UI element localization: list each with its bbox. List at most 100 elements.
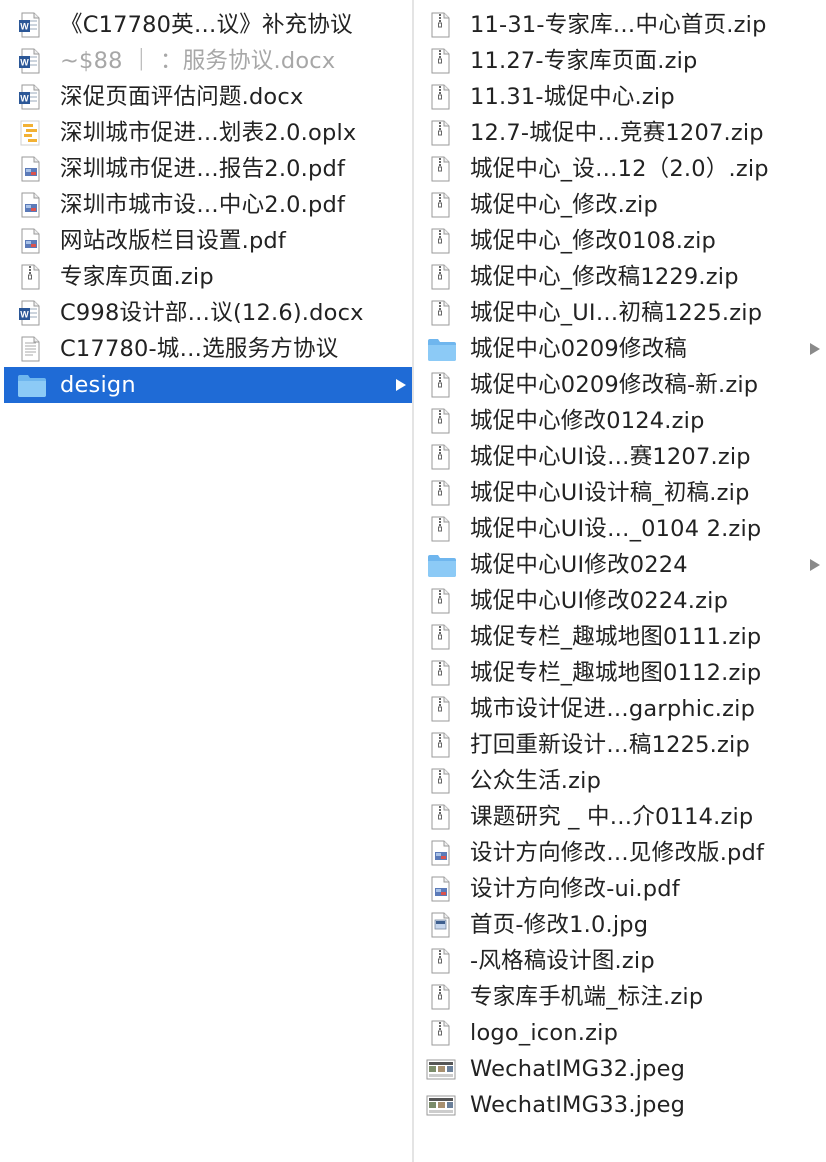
file-name-label: 城促中心_UI…初稿1225.zip (470, 300, 763, 326)
file-name-label: 城促中心_修改.zip (470, 192, 658, 218)
right-file-row[interactable]: 城促专栏_趣城地图0112.zip (414, 655, 826, 691)
word-doc-icon: W (16, 83, 44, 111)
left-file-row[interactable]: 网站改版栏目设置.pdf (4, 223, 412, 259)
right-file-row[interactable]: 城促中心_设…12（2.0）.zip (414, 151, 826, 187)
pdf-file-icon (16, 191, 44, 219)
file-name-label: 城促中心0209修改稿 (470, 336, 687, 362)
file-name-label: 深圳市城市设…中心2.0.pdf (60, 192, 346, 218)
zip-file-icon (426, 659, 454, 687)
folder-icon (16, 371, 46, 399)
right-file-row[interactable]: 11.31-城促中心.zip (414, 79, 826, 115)
file-name-label: 11.31-城促中心.zip (470, 84, 675, 110)
right-file-row[interactable]: 11-31-专家库…中心首页.zip (414, 7, 826, 43)
right-file-row[interactable]: 城市设计促进…garphic.zip (414, 691, 826, 727)
left-file-row[interactable]: W C998设计部…议(12.6).docx (4, 295, 412, 331)
zip-file-icon (426, 731, 454, 759)
word-doc-icon: W (16, 47, 44, 75)
right-file-row[interactable]: 首页-修改1.0.jpg (414, 907, 826, 943)
right-file-row[interactable]: 城促中心UI设计稿_初稿.zip (414, 475, 826, 511)
zip-file-icon (426, 767, 454, 795)
file-name-label: WechatIMG33.jpeg (470, 1092, 686, 1118)
design-folder-list: 11-31-专家库…中心首页.zip 11.27-专家库页面.zip 11.31-城… (414, 7, 826, 1123)
right-file-row[interactable]: 城促中心UI修改0224.zip (414, 583, 826, 619)
left-file-row[interactable]: C17780-城…选服务方协议 (4, 331, 412, 367)
right-file-row[interactable]: 打回重新设计…稿1225.zip (414, 727, 826, 763)
right-file-row[interactable]: 城促专栏_趣城地图0111.zip (414, 619, 826, 655)
folder-icon (426, 551, 456, 579)
disclosure-arrow-icon[interactable] (810, 343, 820, 355)
right-file-row[interactable]: 城促中心_修改稿1229.zip (414, 259, 826, 295)
right-file-row[interactable]: 设计方向修改-ui.pdf (414, 871, 826, 907)
file-name-label: 城促中心UI设计稿_初稿.zip (470, 480, 750, 506)
folder-icon (426, 335, 456, 363)
zip-file-icon (426, 119, 454, 147)
right-file-row[interactable]: 城促中心修改0124.zip (414, 403, 826, 439)
zip-file-icon (426, 947, 454, 975)
left-file-row[interactable]: W ~$88 ｜ ：服务协议.docx (4, 43, 412, 79)
zip-file-icon (426, 299, 454, 327)
file-name-label: 打回重新设计…稿1225.zip (470, 732, 750, 758)
zip-file-icon (426, 47, 454, 75)
right-file-row[interactable]: WechatIMG32.jpeg (414, 1051, 826, 1087)
right-file-row[interactable]: WechatIMG33.jpeg (414, 1087, 826, 1123)
left-file-row[interactable]: 深圳城市促进…划表2.0.oplx (4, 115, 412, 151)
right-file-row[interactable]: 公众生活.zip (414, 763, 826, 799)
text-file-icon (16, 335, 44, 363)
file-name-label: 公众生活.zip (470, 768, 602, 794)
file-name-label: C17780-城…选服务方协议 (60, 336, 339, 362)
file-name-label: 城促中心UI修改0224 (470, 552, 688, 578)
right-file-row[interactable]: 12.7-城促中…竞赛1207.zip (414, 115, 826, 151)
left-file-row[interactable]: 专家库页面.zip (4, 259, 412, 295)
left-file-row[interactable]: 深圳市城市设…中心2.0.pdf (4, 187, 412, 223)
zip-file-icon (426, 479, 454, 507)
image-thumbnail-icon (426, 1091, 456, 1119)
file-name-label: 网站改版栏目设置.pdf (60, 228, 287, 254)
pdf-file-icon (426, 875, 454, 903)
file-name-label: 课题研究 _ 中…介0114.zip (470, 804, 754, 830)
file-name-label: 11.27-专家库页面.zip (470, 48, 698, 74)
file-name-label: 城促中心UI设…赛1207.zip (470, 444, 751, 470)
left-file-row[interactable]: W 《C17780英…议》补充协议 (4, 7, 412, 43)
file-name-label: 城促中心UI设…_0104 2.zip (470, 516, 762, 542)
left-folder-row[interactable]: design (4, 367, 412, 403)
zip-file-icon (426, 83, 454, 111)
file-name-label: 城促中心_修改0108.zip (470, 228, 717, 254)
zip-file-icon (426, 623, 454, 651)
right-folder-row[interactable]: 城促中心UI修改0224 (414, 547, 826, 583)
pdf-file-icon (426, 839, 454, 867)
right-file-row[interactable]: 11.27-专家库页面.zip (414, 43, 826, 79)
omniplan-icon (16, 119, 44, 147)
file-name-label: 深圳城市促进…划表2.0.oplx (60, 120, 357, 146)
disclosure-arrow-icon[interactable] (396, 379, 406, 391)
right-folder-row[interactable]: 城促中心0209修改稿 (414, 331, 826, 367)
file-name-label: 《C17780英…议》补充协议 (60, 12, 353, 38)
design-folder-column[interactable]: 11-31-专家库…中心首页.zip 11.27-专家库页面.zip 11.31-城… (414, 0, 826, 1162)
right-file-row[interactable]: 城促中心UI设…_0104 2.zip (414, 511, 826, 547)
right-file-row[interactable]: 城促中心_UI…初稿1225.zip (414, 295, 826, 331)
zip-file-icon (426, 443, 454, 471)
right-file-row[interactable]: -风格稿设计图.zip (414, 943, 826, 979)
left-file-row[interactable]: 深圳城市促进…报告2.0.pdf (4, 151, 412, 187)
parent-folder-list: W 《C17780英…议》补充协议 W ~$88 ｜ ：服务协议.docx W 深促页面评… (0, 7, 412, 403)
right-file-row[interactable]: 城促中心0209修改稿-新.zip (414, 367, 826, 403)
right-file-row[interactable]: 设计方向修改…见修改版.pdf (414, 835, 826, 871)
file-name-label: 城促中心_设…12（2.0）.zip (470, 156, 769, 182)
right-file-row[interactable]: 城促中心UI设…赛1207.zip (414, 439, 826, 475)
right-file-row[interactable]: 城促中心_修改.zip (414, 187, 826, 223)
svg-text:W: W (20, 94, 29, 104)
left-file-row[interactable]: W 深促页面评估问题.docx (4, 79, 412, 115)
file-name-label: C998设计部…议(12.6).docx (60, 300, 364, 326)
right-file-row[interactable]: logo_icon.zip (414, 1015, 826, 1051)
right-file-row[interactable]: 城促中心_修改0108.zip (414, 223, 826, 259)
disclosure-arrow-icon[interactable] (810, 559, 820, 571)
svg-text:W: W (20, 22, 29, 32)
file-name-label: 首页-修改1.0.jpg (470, 912, 649, 938)
image-file-icon (426, 911, 454, 939)
zip-file-icon (426, 371, 454, 399)
parent-folder-column[interactable]: W 《C17780英…议》补充协议 W ~$88 ｜ ：服务协议.docx W 深促页面评… (0, 0, 412, 1162)
right-file-row[interactable]: 课题研究 _ 中…介0114.zip (414, 799, 826, 835)
zip-file-icon (426, 263, 454, 291)
word-doc-icon: W (16, 11, 44, 39)
file-name-label: 城促专栏_趣城地图0112.zip (470, 660, 762, 686)
right-file-row[interactable]: 专家库手机端_标注.zip (414, 979, 826, 1015)
